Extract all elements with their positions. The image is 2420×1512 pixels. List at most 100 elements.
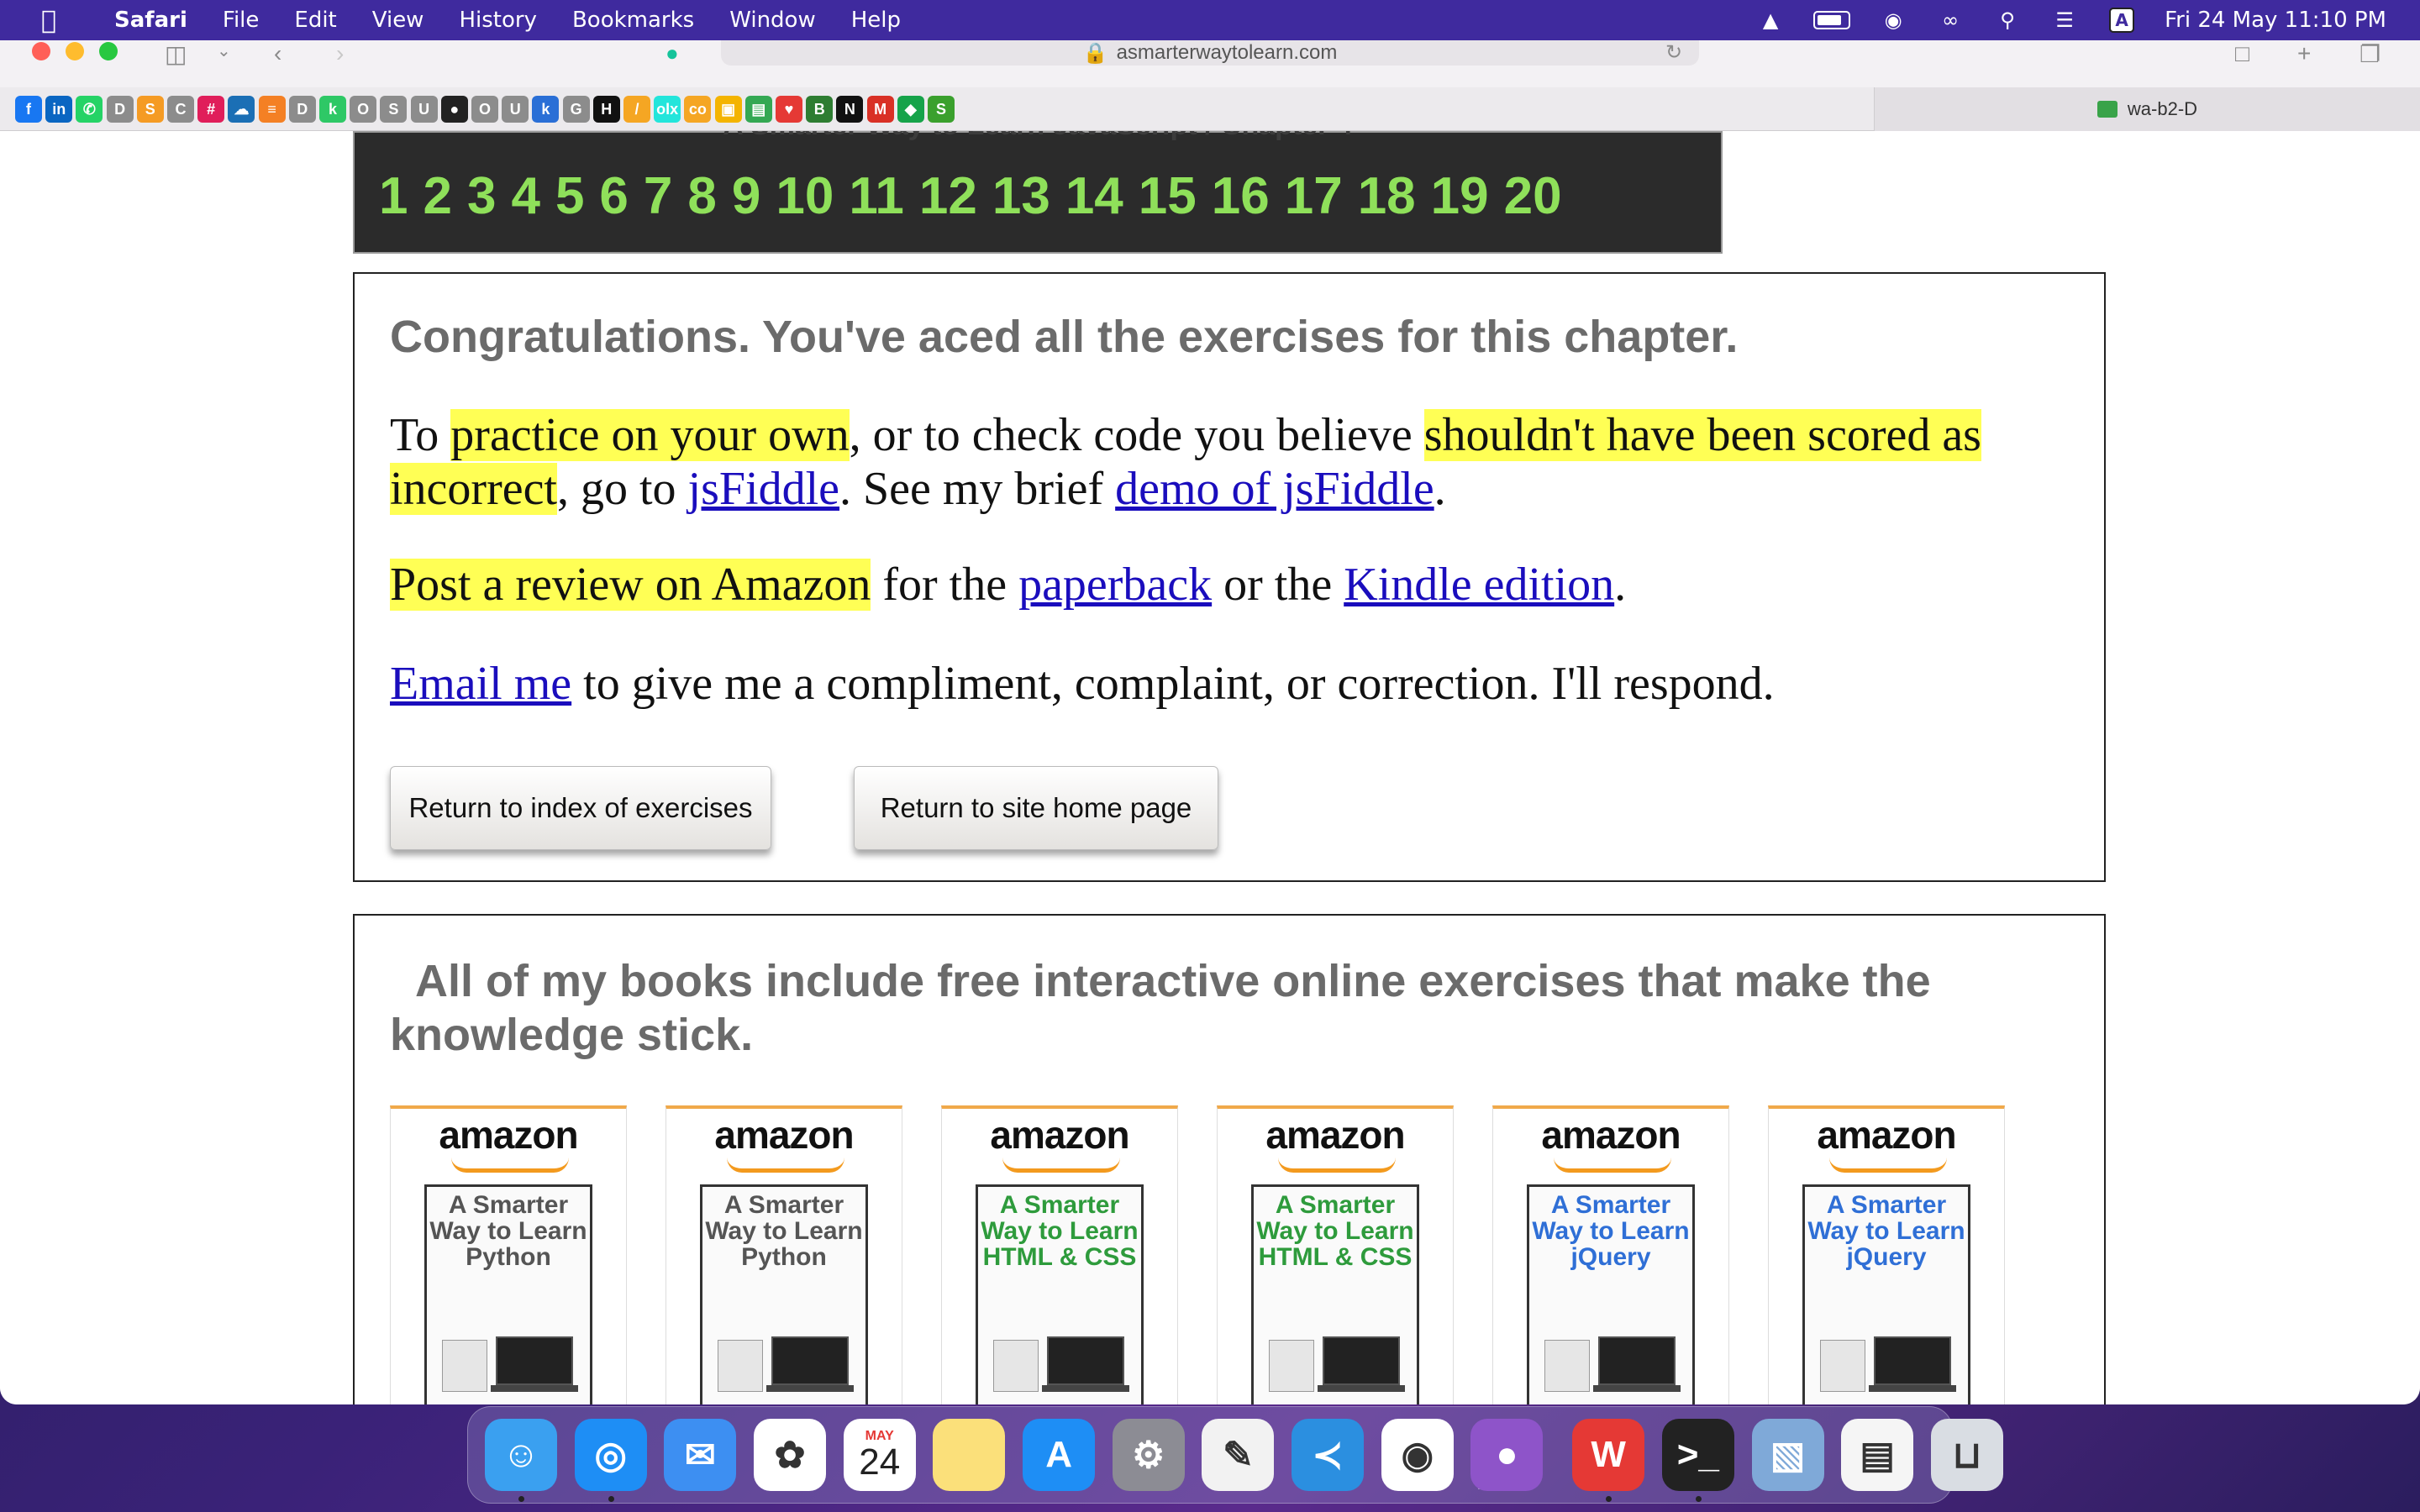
chrome-icon[interactable]: ◉ xyxy=(1381,1419,1454,1491)
chapter-link-16[interactable]: 16 xyxy=(1204,166,1277,226)
favorite-olx-icon[interactable]: olx xyxy=(654,96,681,123)
favorite-d-icon[interactable]: D xyxy=(288,96,316,123)
reload-icon[interactable]: ↻ xyxy=(1665,40,1682,65)
favorite-c-icon[interactable]: C xyxy=(167,96,194,123)
book-card[interactable]: amazon A Smarter Way to Learn Python 1 ▬▬▬… xyxy=(390,1105,627,1404)
favorite-o-icon[interactable]: O xyxy=(350,96,377,123)
search-icon[interactable]: ⚲ xyxy=(1993,8,2022,33)
favorite-sublime-icon[interactable]: S xyxy=(136,96,164,123)
chapter-link-2[interactable]: 2 xyxy=(415,166,459,226)
chapter-link-6[interactable]: 6 xyxy=(592,166,635,226)
textedit-icon[interactable]: ✎ xyxy=(1202,1419,1275,1491)
triangle-icon[interactable]: ▲ xyxy=(1756,8,1785,33)
favorite-cube-icon[interactable]: ◆ xyxy=(897,96,924,123)
favorite-whatsapp-icon[interactable]: ✆ xyxy=(76,96,103,123)
tab-active[interactable]: wa-b2-D xyxy=(1874,87,2420,131)
favorite-facebook-icon[interactable]: f xyxy=(15,96,42,123)
wps-office-icon[interactable]: W xyxy=(1572,1419,1645,1491)
menu-view[interactable]: View xyxy=(372,8,424,33)
chapter-link-1[interactable]: 1 xyxy=(371,166,415,226)
favorite-g-icon[interactable]: G xyxy=(562,96,590,123)
calendar-icon[interactable]: MAY 24 xyxy=(843,1419,916,1491)
chapter-link-15[interactable]: 15 xyxy=(1131,166,1204,226)
preview-icon[interactable]: ▧ xyxy=(1751,1419,1824,1491)
favorite-b-icon[interactable]: B xyxy=(806,96,834,123)
chapter-link-5[interactable]: 5 xyxy=(548,166,592,226)
menu-bookmarks[interactable]: Bookmarks xyxy=(572,8,694,33)
favorite-github-icon[interactable]: ● xyxy=(440,96,468,123)
address-bar[interactable]: 🔒 asmarterwaytolearn.com xyxy=(721,40,1699,66)
chapter-link-12[interactable]: 12 xyxy=(912,166,985,226)
system-preferences-icon[interactable]: ⚙ xyxy=(1112,1419,1185,1491)
maximize-window-button[interactable] xyxy=(99,42,118,60)
email-me-link[interactable]: Email me xyxy=(390,658,571,710)
chapter-link-18[interactable]: 18 xyxy=(1350,166,1423,226)
finder-icon[interactable]: ☺ xyxy=(485,1419,557,1491)
notes-icon[interactable] xyxy=(933,1419,1006,1491)
book-card[interactable]: amazon A Smarter Way to Learn jQuery 1 ▬▬▬… xyxy=(1492,1105,1729,1404)
favorite-u-icon[interactable]: U xyxy=(410,96,438,123)
chapter-link-7[interactable]: 7 xyxy=(636,166,680,226)
chapter-link-10[interactable]: 10 xyxy=(768,166,841,226)
github-desktop-icon[interactable]: ● xyxy=(1470,1419,1544,1491)
book-card[interactable]: amazon A Smarter Way to Learn HTML & CSS 1… xyxy=(941,1105,1178,1404)
favorite-cloud-icon[interactable]: ☁ xyxy=(228,96,255,123)
favorite-o-icon[interactable]: O xyxy=(471,96,498,123)
close-window-button[interactable] xyxy=(32,42,50,60)
app-store-icon[interactable]: A xyxy=(1023,1419,1096,1491)
share-icon[interactable]: □ xyxy=(2235,40,2249,67)
forward-icon[interactable]: › xyxy=(336,40,344,67)
safari-icon[interactable]: ◎ xyxy=(574,1419,647,1491)
photos-icon[interactable]: ✿ xyxy=(754,1419,827,1491)
chapter-link-3[interactable]: 3 xyxy=(460,166,503,226)
control-center-icon[interactable]: ☰ xyxy=(2050,8,2079,33)
favorite-stackoverflow-icon[interactable]: ≡ xyxy=(258,96,286,123)
chapter-link-17[interactable]: 17 xyxy=(1277,166,1350,226)
jsfiddle-demo-link[interactable]: demo of jsFiddle xyxy=(1115,463,1434,515)
minimize-window-button[interactable] xyxy=(66,42,84,60)
chapter-link-20[interactable]: 20 xyxy=(1497,166,1570,226)
favorite-docs-icon[interactable]: ▤ xyxy=(744,96,772,123)
terminal-icon[interactable]: >_ xyxy=(1661,1419,1734,1491)
chapter-link-11[interactable]: 11 xyxy=(841,166,912,226)
favorite-slack-icon[interactable]: # xyxy=(197,96,225,123)
favorite-heart-icon[interactable]: ♥ xyxy=(776,96,802,123)
tab-overview-icon[interactable]: ❐ xyxy=(2360,40,2381,68)
favorite-gmail-icon[interactable]: M xyxy=(866,96,894,123)
book-card[interactable]: amazon A Smarter Way to Learn HTML & CSS 1… xyxy=(1217,1105,1454,1404)
keyboard-input-a-icon[interactable]: A xyxy=(2109,8,2135,33)
chapter-link-19[interactable]: 19 xyxy=(1423,166,1497,226)
menu-clock[interactable]: Fri 24 May 11:10 PM xyxy=(2165,8,2386,33)
favorite-coursera-icon[interactable]: co xyxy=(684,96,712,123)
favorite-d-icon[interactable]: D xyxy=(106,96,134,123)
back-icon[interactable]: ‹ xyxy=(274,40,281,67)
favorite-k-icon[interactable]: k xyxy=(532,96,560,123)
favorite-linkedin-icon[interactable]: in xyxy=(45,96,73,123)
kindle-edition-link[interactable]: Kindle edition xyxy=(1344,559,1614,611)
battery-icon[interactable] xyxy=(1813,11,1851,29)
menu-file[interactable]: File xyxy=(223,8,260,33)
favorite-codeforces-icon[interactable]: / xyxy=(623,96,650,123)
favorite-hackerrank-icon[interactable]: k xyxy=(319,96,346,123)
chevron-down-icon[interactable]: ⌄ xyxy=(217,40,231,61)
favorite-hackernoon-icon[interactable]: H xyxy=(592,96,620,123)
chapter-link-8[interactable]: 8 xyxy=(680,166,723,226)
favorite-classroom-icon[interactable]: ▣ xyxy=(714,96,742,123)
favorite-s-icon[interactable]: S xyxy=(380,96,408,123)
favorite-s-green-icon[interactable]: S xyxy=(928,96,955,123)
chapter-link-14[interactable]: 14 xyxy=(1058,166,1131,226)
vscode-icon[interactable]: ≺ xyxy=(1292,1419,1365,1491)
paperback-link[interactable]: paperback xyxy=(1018,559,1212,611)
grammarly-icon[interactable]: ● xyxy=(666,40,679,66)
favorite-u-icon[interactable]: U xyxy=(502,96,529,123)
document-icon[interactable]: ▤ xyxy=(1841,1419,1914,1491)
menu-app-name[interactable]: Safari xyxy=(114,8,187,33)
book-card[interactable]: amazon A Smarter Way to Learn jQuery 1 ▬▬▬… xyxy=(1768,1105,2005,1404)
jsfiddle-link[interactable]: jsFiddle xyxy=(688,463,839,515)
menu-edit[interactable]: Edit xyxy=(294,8,336,33)
apple-menu-icon[interactable]:  xyxy=(27,6,71,35)
book-card[interactable]: amazon A Smarter Way to Learn Python 1 ▬▬▬… xyxy=(666,1105,902,1404)
link-icon[interactable]: ∞ xyxy=(1936,8,1965,33)
return-to-index-button[interactable]: Return to index of exercises xyxy=(390,766,771,850)
menu-window[interactable]: Window xyxy=(729,8,816,33)
